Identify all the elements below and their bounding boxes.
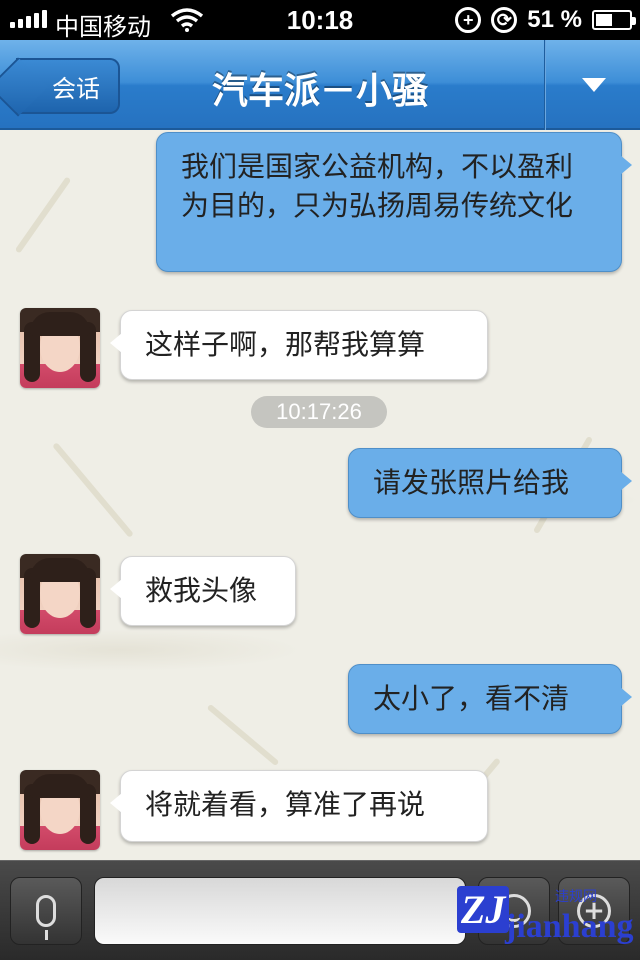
battery-percent: 51 % <box>527 6 582 33</box>
menu-dropdown-button[interactable] <box>548 40 640 130</box>
avatar[interactable] <box>20 554 100 634</box>
chat-title: 汽车派－小骚 <box>211 71 428 112</box>
nav-divider <box>544 40 546 130</box>
triangle-down-icon <box>582 78 606 92</box>
voice-button[interactable] <box>10 877 82 945</box>
smile-icon <box>497 894 531 928</box>
more-button[interactable]: + <box>558 877 630 945</box>
location-plus-icon: + <box>455 7 482 33</box>
emoji-button[interactable] <box>478 877 550 945</box>
message-text: 太小了，看不清 <box>373 682 570 715</box>
message-text: 救我头像 <box>145 574 258 607</box>
message-bubble-outgoing[interactable]: 我们是国家公益机构，不以盈利为目的，只为弘扬周易传统文化 <box>156 132 632 272</box>
message-bubble-incoming[interactable]: 这样子啊，那帮我算算 <box>110 310 488 380</box>
plus-icon: + <box>577 894 611 928</box>
chat-area[interactable]: 我们是国家公益机构，不以盈利为目的，只为弘扬周易传统文化 这样子啊，那帮我算算 … <box>0 130 640 860</box>
rotation-lock-icon: ⟳ <box>491 7 518 33</box>
status-bar: 中国移动 10:18 + ⟳ 51 % <box>0 0 640 41</box>
battery-icon <box>592 10 636 30</box>
avatar[interactable] <box>20 770 100 850</box>
message-bubble-outgoing[interactable]: 请发张照片给我 <box>348 448 632 518</box>
message-bubble-outgoing[interactable]: 太小了，看不清 <box>348 664 632 734</box>
input-bar: + <box>0 860 640 960</box>
microphone-icon <box>36 895 56 940</box>
message-text: 这样子啊，那帮我算算 <box>145 328 426 361</box>
message-text: 将就着看，算准了再说 <box>145 788 426 821</box>
message-bubble-incoming[interactable]: 将就着看，算准了再说 <box>110 770 488 842</box>
message-bubble-incoming[interactable]: 救我头像 <box>110 556 296 626</box>
message-text: 我们是国家公益机构，不以盈利为目的，只为弘扬周易传统文化 <box>181 150 574 223</box>
message-input[interactable] <box>94 877 466 945</box>
back-button[interactable]: 会话 <box>16 58 120 114</box>
battery-level <box>596 14 613 26</box>
back-button-label: 会话 <box>52 74 100 103</box>
message-text: 请发张照片给我 <box>373 466 570 499</box>
navigation-bar: 会话 汽车派－小骚 <box>0 40 640 130</box>
message-timestamp: 10:17:26 <box>251 396 387 428</box>
avatar[interactable] <box>20 308 100 388</box>
